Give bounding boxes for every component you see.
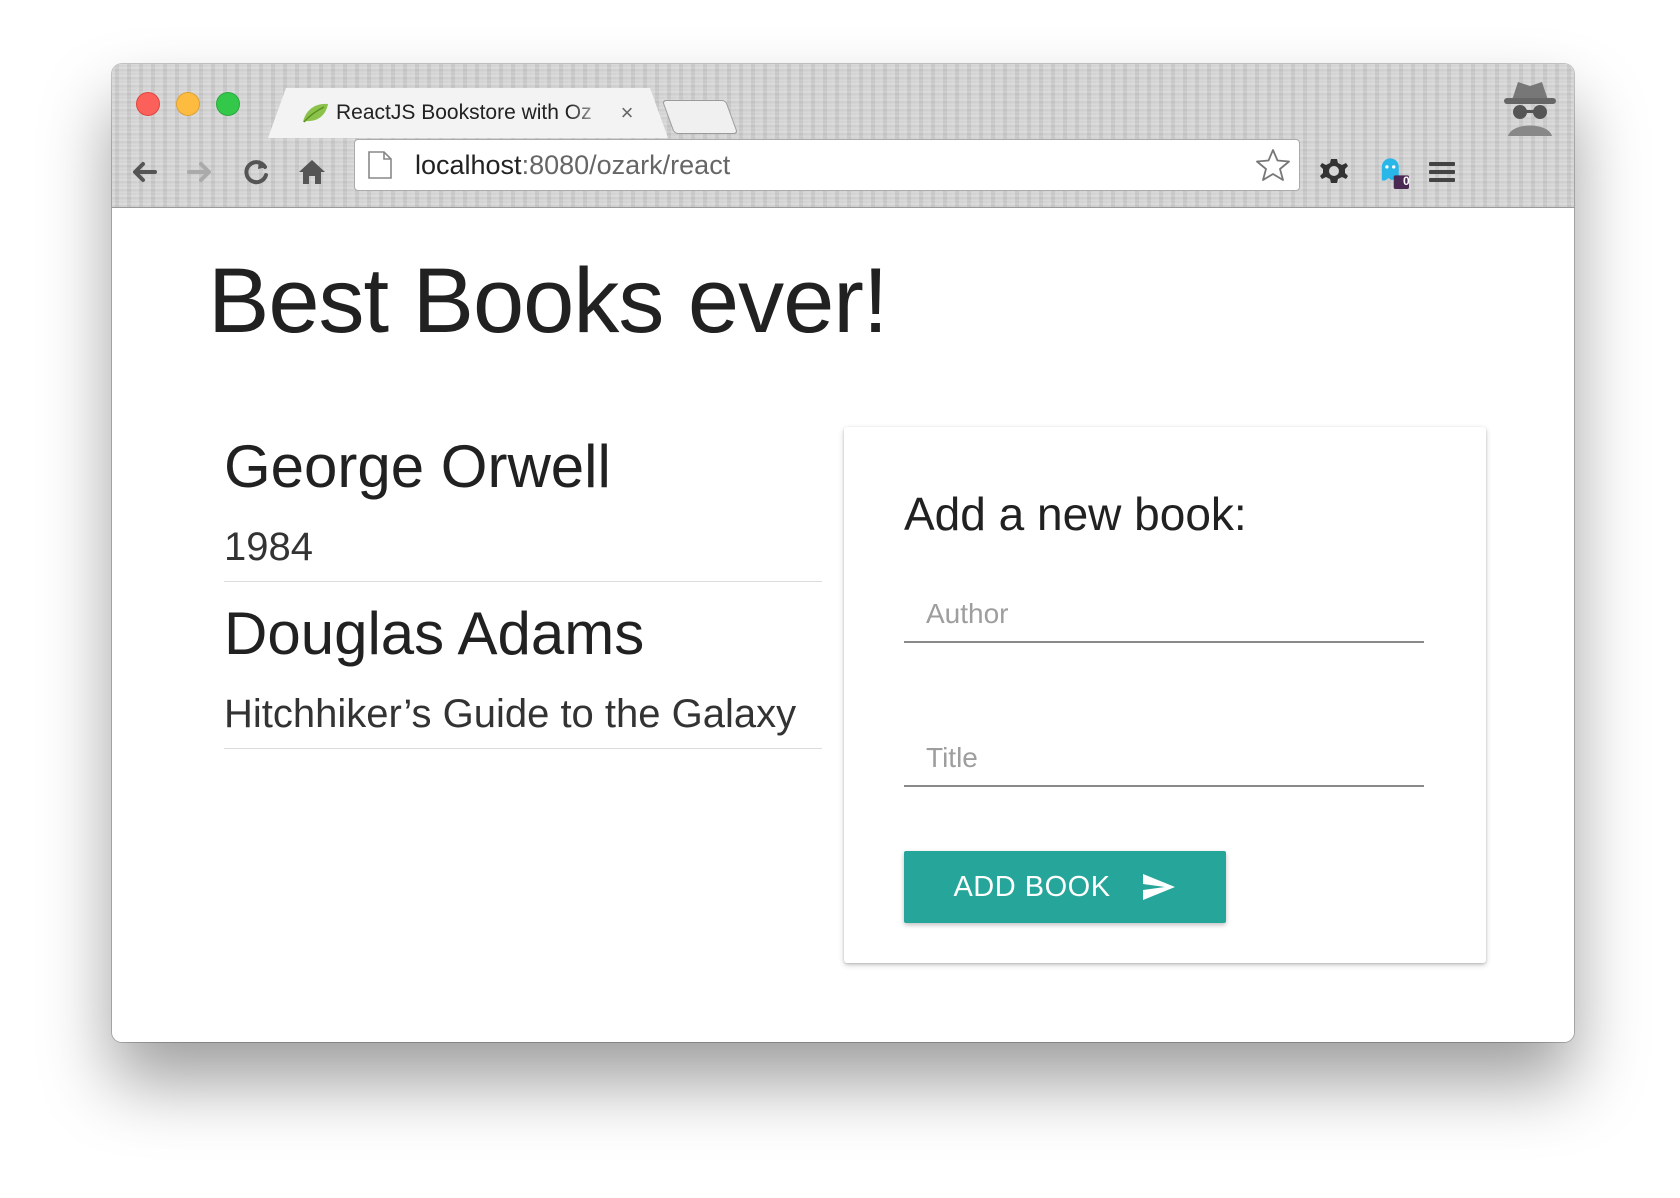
forward-button[interactable] — [180, 152, 220, 192]
book-author: George Orwell — [224, 433, 611, 500]
add-book-button[interactable]: ADD BOOK — [904, 851, 1226, 923]
leaf-favicon — [300, 101, 330, 125]
book-item: George Orwell 1984 — [224, 431, 822, 582]
star-icon[interactable] — [1255, 147, 1291, 183]
tab-title: ReactJS Bookstore with Oz — [336, 101, 592, 124]
home-icon — [299, 160, 325, 184]
back-icon — [133, 162, 157, 182]
page-title: Best Books ever! — [208, 250, 888, 352]
author-input[interactable] — [904, 587, 1424, 641]
browser-window: ReactJS Bookstore with Oz × localhost:80… — [112, 64, 1574, 1042]
tab-close-icon[interactable]: × — [616, 100, 638, 126]
new-tab-button[interactable] — [661, 100, 739, 134]
book-list: George Orwell 1984 Douglas Adams Hitchhi… — [224, 431, 822, 765]
title-input[interactable] — [904, 731, 1424, 785]
send-icon — [1142, 874, 1175, 900]
close-window-button[interactable] — [136, 92, 160, 116]
book-author: Douglas Adams — [224, 600, 645, 667]
ghostery-extension-button[interactable]: 0 — [1372, 152, 1412, 192]
book-title: Hitchhiker’s Guide to the Galaxy — [224, 692, 797, 736]
add-book-heading: Add a new book: — [904, 488, 1247, 540]
reload-icon — [244, 160, 268, 185]
back-button[interactable] — [124, 152, 164, 192]
incognito-icon — [1498, 76, 1562, 136]
tab-active[interactable]: ReactJS Bookstore with Oz × — [268, 88, 668, 138]
reload-button[interactable] — [236, 152, 276, 192]
book-item: Douglas Adams Hitchhiker’s Guide to the … — [224, 598, 822, 749]
add-book-card: Add a new book: ADD BOOK — [844, 427, 1486, 963]
settings-button[interactable] — [1314, 152, 1354, 192]
ghostery-badge: 0 — [1403, 174, 1410, 188]
book-title: 1984 — [224, 525, 313, 569]
url-text[interactable]: localhost:8080/ozark/react — [415, 150, 1255, 181]
forward-icon — [187, 162, 211, 182]
chrome-menu-button[interactable] — [1422, 152, 1462, 192]
add-book-label: ADD BOOK — [953, 870, 1111, 903]
page-icon — [368, 151, 392, 179]
author-field — [904, 587, 1424, 643]
title-field — [904, 731, 1424, 787]
menu-icon — [1429, 162, 1455, 182]
browser-chrome: ReactJS Bookstore with Oz × localhost:80… — [112, 64, 1574, 208]
maximize-window-button[interactable] — [216, 92, 240, 116]
minimize-window-button[interactable] — [176, 92, 200, 116]
home-button[interactable] — [292, 152, 332, 192]
address-bar[interactable]: localhost:8080/ozark/react — [354, 139, 1300, 191]
page-content: Best Books ever! George Orwell 1984 Doug… — [112, 209, 1574, 1042]
gear-icon — [1320, 159, 1348, 183]
